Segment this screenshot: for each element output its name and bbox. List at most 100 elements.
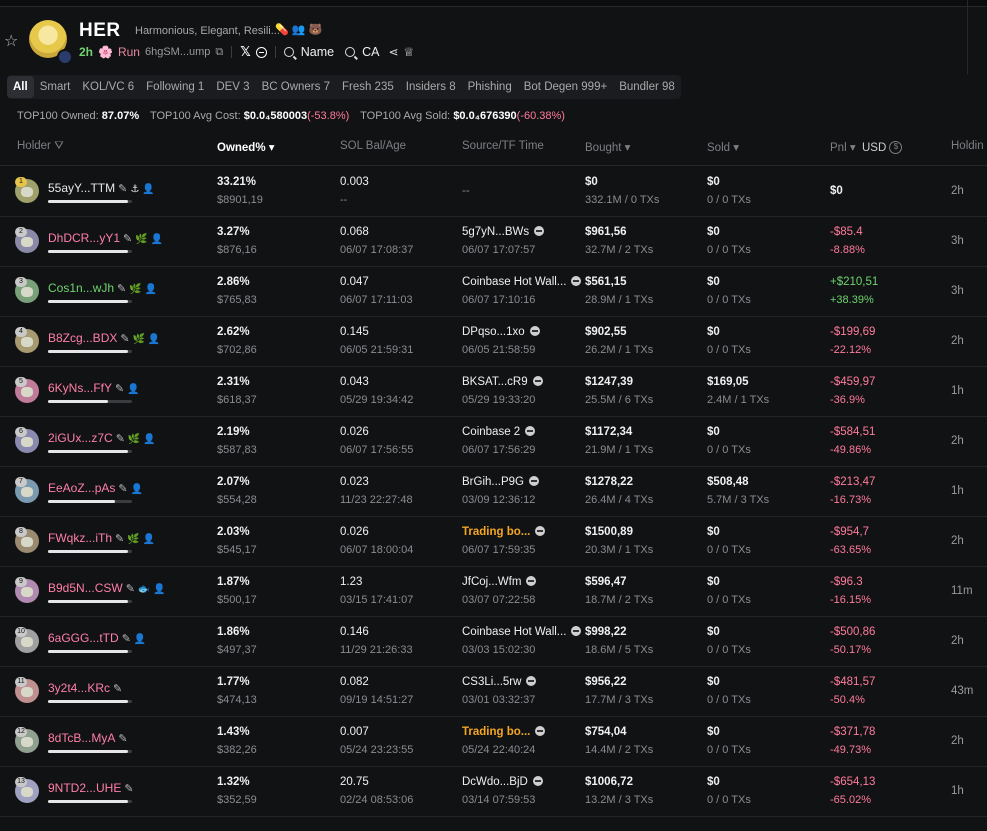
funding-source[interactable]: Coinbase Hot Wall... <box>462 276 582 288</box>
tab-bundler-98[interactable]: Bundler 98 <box>613 76 681 98</box>
column-sold[interactable]: Sold ▾ <box>707 140 739 154</box>
holder-address[interactable]: 9NTD2...UHE ✎ <box>48 781 137 795</box>
holder-avatar[interactable]: 11 <box>15 677 39 703</box>
holding-duration: 3h <box>951 235 964 247</box>
holder-avatar[interactable]: 2 <box>15 227 39 253</box>
holder-avatar[interactable]: 12 <box>15 727 39 753</box>
funding-source[interactable]: DPqso...1xo <box>462 326 540 338</box>
table-row[interactable]: 8 FWqkz...iTh ✎ 🌿 👤 2.03% $545,17 0.026 06… <box>0 516 987 567</box>
column-owned[interactable]: Owned% ▾ <box>217 140 275 154</box>
edit-icon[interactable]: ✎ <box>124 783 133 795</box>
holder-address[interactable]: 6aGGG...tTD ✎ 👤 <box>48 631 146 645</box>
table-row[interactable]: 9 B9d5N...CSW ✎ 🐟 👤 1.87% $500,17 1.23 03/… <box>0 566 987 617</box>
column-pnl[interactable]: Pnl ▾ USD $ <box>830 140 903 155</box>
tab-fresh-235[interactable]: Fresh 235 <box>336 76 400 98</box>
table-row[interactable]: 5 6KyNs...FfY ✎ 👤 2.31% $618,37 0.043 05/2… <box>0 366 987 417</box>
column-bought[interactable]: Bought ▾ <box>585 140 630 154</box>
holder-avatar[interactable]: 7 <box>15 477 39 503</box>
funding-source[interactable]: DcWdo...BjD <box>462 776 543 788</box>
holder-address[interactable]: 6KyNs...FfY ✎ 👤 <box>48 381 140 395</box>
column-holding[interactable]: Holdin <box>951 140 984 152</box>
edit-icon[interactable]: ✎ <box>126 583 135 595</box>
table-row[interactable]: 10 6aGGG...tTD ✎ 👤 1.86% $497,37 0.146 11/… <box>0 616 987 667</box>
holder-address[interactable]: EeAoZ...pAs ✎ 👤 <box>48 481 143 495</box>
tab-following-1[interactable]: Following 1 <box>140 76 210 98</box>
edit-icon[interactable]: ✎ <box>123 233 132 245</box>
funding-source[interactable]: Trading bo... <box>462 526 546 538</box>
holder-avatar[interactable]: 6 <box>15 427 39 453</box>
sol-age: 09/19 14:51:27 <box>340 694 414 706</box>
table-row[interactable]: 12 8dTcB...MyA ✎ 1.43% $382,26 0.007 05/2… <box>0 716 987 767</box>
website-icon[interactable] <box>255 46 267 58</box>
run-label[interactable]: Run <box>118 45 140 59</box>
holding-duration: 11m <box>951 585 973 597</box>
table-row[interactable]: 11 3y2t4...KRc ✎ 1.77% $474,13 0.082 09/1… <box>0 666 987 717</box>
edit-icon[interactable]: ✎ <box>116 433 125 445</box>
table-row[interactable]: 6 2iGUx...z7C ✎ 🌿 👤 2.19% $587,83 0.026 06… <box>0 416 987 467</box>
search-name-link[interactable]: Name <box>301 45 334 59</box>
funding-source[interactable]: CS3Li...5rw <box>462 676 537 688</box>
holder-address[interactable]: 3y2t4...KRc ✎ <box>48 681 125 695</box>
holder-avatar[interactable]: 8 <box>15 527 39 553</box>
x-twitter-icon[interactable]: 𝕏 <box>240 44 250 60</box>
edit-icon[interactable]: ✎ <box>122 633 131 645</box>
table-row[interactable]: 3 Cos1n...wJh ✎ 🌿 👤 2.86% $765,83 0.047 06… <box>0 266 987 317</box>
funding-source[interactable]: Trading bo... <box>462 726 546 738</box>
holder-address[interactable]: Cos1n...wJh ✎ 🌿 👤 <box>48 281 157 295</box>
edit-icon[interactable]: ✎ <box>115 533 124 545</box>
tab-bc-owners-7[interactable]: BC Owners 7 <box>256 76 336 98</box>
tab-insiders-8[interactable]: Insiders 8 <box>400 76 462 98</box>
holder-avatar[interactable]: 5 <box>15 377 39 403</box>
tab-kol-vc-6[interactable]: KOL/VC 6 <box>76 76 140 98</box>
funding-source[interactable]: Coinbase Hot Wall... <box>462 626 582 638</box>
search-ca-link[interactable]: CA <box>362 45 379 59</box>
edit-icon[interactable]: ✎ <box>117 283 126 295</box>
table-row[interactable]: 13 9NTD2...UHE ✎ 1.32% $352,59 20.75 02/2… <box>0 766 987 817</box>
star-icon[interactable]: ☆ <box>4 34 20 50</box>
pnl-usd: -$199,69 <box>830 326 876 338</box>
table-row[interactable]: 1 55ayY...TTM ✎ ⚓ 👤 33.21% $8901,19 0.003 … <box>0 166 987 217</box>
holder-address[interactable]: 8dTcB...MyA ✎ <box>48 731 131 745</box>
column-holder[interactable]: Holder ⛛ <box>17 140 64 153</box>
table-row[interactable]: 7 EeAoZ...pAs ✎ 👤 2.07% $554,28 0.023 11/2… <box>0 466 987 517</box>
column-source[interactable]: Source/TF Time <box>462 140 544 152</box>
holder-avatar[interactable]: 4 <box>15 327 39 353</box>
holder-avatar[interactable]: 1 <box>15 177 39 203</box>
holder-address[interactable]: FWqkz...iTh ✎ 🌿 👤 <box>48 531 155 545</box>
funding-source[interactable]: Coinbase 2 <box>462 426 536 438</box>
edit-icon[interactable]: ✎ <box>118 183 127 195</box>
edit-icon[interactable]: ✎ <box>118 733 127 745</box>
edit-icon[interactable]: ✎ <box>120 333 129 345</box>
funding-source[interactable]: 5g7yN...BWs <box>462 226 545 238</box>
funding-source[interactable]: JfCoj...Wfm <box>462 576 537 588</box>
holder-avatar[interactable]: 9 <box>15 577 39 603</box>
tab-phishing[interactable]: Phishing <box>462 76 518 98</box>
funding-source[interactable]: BrGih...P9G <box>462 476 539 488</box>
holder-avatar[interactable]: 3 <box>15 277 39 303</box>
holder-avatar[interactable]: 10 <box>15 627 39 653</box>
holder-address[interactable]: 55ayY...TTM ✎ ⚓ 👤 <box>48 181 155 195</box>
share-icon[interactable]: ⋖ <box>388 45 398 59</box>
holder-address[interactable]: B9d5N...CSW ✎ 🐟 👤 <box>48 581 166 595</box>
sold-usd: $0 <box>707 426 720 438</box>
crown-icon[interactable]: ♕ <box>404 45 415 59</box>
edit-icon[interactable]: ✎ <box>118 483 127 495</box>
tab-dev-3[interactable]: DEV 3 <box>210 76 255 98</box>
column-sol-bal[interactable]: SOL Bal/Age <box>340 140 406 152</box>
holder-address[interactable]: 2iGUx...z7C ✎ 🌿 👤 <box>48 431 156 445</box>
token-address[interactable]: 6hgSM...ump <box>145 46 210 58</box>
tab-smart[interactable]: Smart <box>34 76 77 98</box>
copy-icon[interactable]: ⧉ <box>215 46 223 59</box>
funding-source[interactable]: BKSAT...cR9 <box>462 376 543 388</box>
tab-bot-degen-999[interactable]: Bot Degen 999+ <box>518 76 613 98</box>
filter-icon[interactable]: ⛛ <box>54 140 64 152</box>
table-row[interactable]: 2 DhDCR...yY1 ✎ 🌿 👤 3.27% $876,16 0.068 06… <box>0 216 987 267</box>
table-row[interactable]: 4 B8Zcg...BDX ✎ 🌿 👤 2.62% $702,86 0.145 06… <box>0 316 987 367</box>
tab-all[interactable]: All <box>7 76 34 98</box>
edit-icon[interactable]: ✎ <box>113 683 122 695</box>
holder-avatar[interactable]: 13 <box>15 777 39 803</box>
edit-icon[interactable]: ✎ <box>115 383 124 395</box>
holder-address[interactable]: DhDCR...yY1 ✎ 🌿 👤 <box>48 231 163 245</box>
holder-address[interactable]: B8Zcg...BDX ✎ 🌿 👤 <box>48 331 160 345</box>
currency-toggle-icon[interactable]: $ <box>889 141 903 155</box>
